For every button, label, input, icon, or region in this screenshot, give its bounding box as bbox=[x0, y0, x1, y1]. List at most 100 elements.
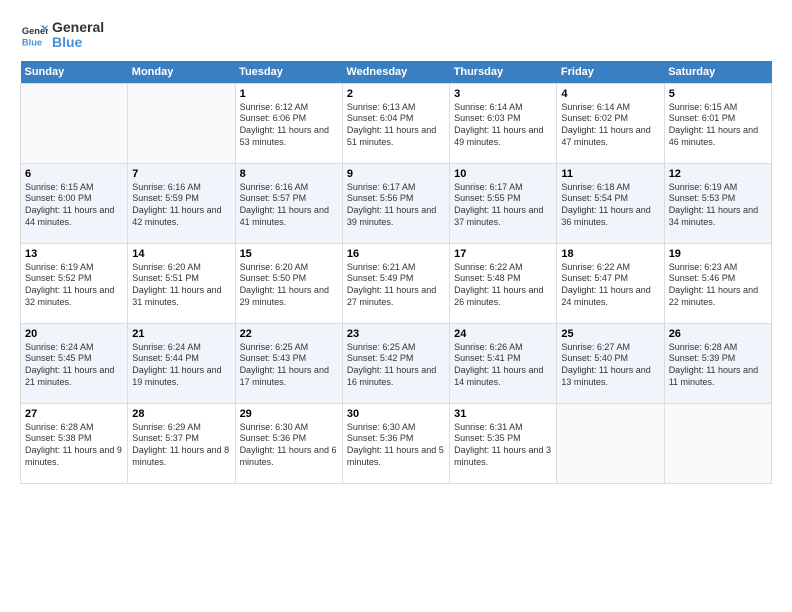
calendar-cell: 2 Sunrise: 6:13 AMSunset: 6:04 PMDaylight… bbox=[342, 83, 449, 163]
day-number: 13 bbox=[25, 248, 123, 260]
day-number: 25 bbox=[561, 328, 659, 340]
svg-text:Blue: Blue bbox=[22, 38, 42, 48]
day-number: 22 bbox=[240, 328, 338, 340]
calendar-cell: 1Sunrise: 6:12 AMSunset: 6:06 PMDaylight… bbox=[235, 83, 342, 163]
day-info: Sunrise: 6:30 AMSunset: 5:36 PMDaylight:… bbox=[347, 422, 445, 469]
day-number: 2 bbox=[347, 88, 445, 100]
day-info: Sunrise: 6:28 AMSunset: 5:38 PMDaylight:… bbox=[25, 422, 123, 469]
calendar-cell: 27 Sunrise: 6:28 AMSunset: 5:38 PMDayligh… bbox=[21, 403, 128, 483]
day-number: 26 bbox=[669, 328, 767, 340]
day-info: Sunrise: 6:20 AMSunset: 5:50 PMDaylight:… bbox=[240, 262, 338, 309]
calendar-cell bbox=[21, 83, 128, 163]
day-number: 28 bbox=[132, 408, 230, 420]
day-number: 27 bbox=[25, 408, 123, 420]
logo: General Blue GeneralBlue bbox=[20, 20, 104, 51]
day-info: Sunrise: 6:19 AMSunset: 5:53 PMDaylight:… bbox=[669, 182, 767, 229]
column-header-tuesday: Tuesday bbox=[235, 61, 342, 84]
calendar-cell: 16Sunrise: 6:21 AMSunset: 5:49 PMDayligh… bbox=[342, 243, 449, 323]
calendar-cell: 14 Sunrise: 6:20 AMSunset: 5:51 PMDayligh… bbox=[128, 243, 235, 323]
day-info: Sunrise: 6:19 AMSunset: 5:52 PMDaylight:… bbox=[25, 262, 123, 309]
day-number: 9 bbox=[347, 168, 445, 180]
calendar-cell bbox=[557, 403, 664, 483]
day-info: Sunrise: 6:16 AMSunset: 5:59 PMDaylight:… bbox=[132, 182, 230, 229]
calendar-cell: 13 Sunrise: 6:19 AMSunset: 5:52 PMDayligh… bbox=[21, 243, 128, 323]
column-header-thursday: Thursday bbox=[450, 61, 557, 84]
calendar-cell: 6Sunrise: 6:15 AMSunset: 6:00 PMDaylight… bbox=[21, 163, 128, 243]
day-number: 31 bbox=[454, 408, 552, 420]
day-number: 21 bbox=[132, 328, 230, 340]
day-info: Sunrise: 6:13 AMSunset: 6:04 PMDaylight:… bbox=[347, 102, 445, 149]
day-info: Sunrise: 6:25 AMSunset: 5:42 PMDaylight:… bbox=[347, 342, 445, 389]
calendar-cell bbox=[128, 83, 235, 163]
calendar-cell: 15 Sunrise: 6:20 AMSunset: 5:50 PMDayligh… bbox=[235, 243, 342, 323]
day-number: 4 bbox=[561, 88, 659, 100]
day-info: Sunrise: 6:23 AMSunset: 5:46 PMDaylight:… bbox=[669, 262, 767, 309]
calendar-cell: 18Sunrise: 6:22 AMSunset: 5:47 PMDayligh… bbox=[557, 243, 664, 323]
column-header-monday: Monday bbox=[128, 61, 235, 84]
day-info: Sunrise: 6:12 AMSunset: 6:06 PMDaylight:… bbox=[240, 102, 338, 149]
calendar-table: SundayMondayTuesdayWednesdayThursdayFrid… bbox=[20, 61, 772, 484]
logo-text: GeneralBlue bbox=[52, 20, 104, 51]
day-number: 14 bbox=[132, 248, 230, 260]
calendar-cell: 7Sunrise: 6:16 AMSunset: 5:59 PMDaylight… bbox=[128, 163, 235, 243]
day-info: Sunrise: 6:31 AMSunset: 5:35 PMDaylight:… bbox=[454, 422, 552, 469]
calendar-cell: 20 Sunrise: 6:24 AMSunset: 5:45 PMDayligh… bbox=[21, 323, 128, 403]
day-number: 8 bbox=[240, 168, 338, 180]
day-info: Sunrise: 6:25 AMSunset: 5:43 PMDaylight:… bbox=[240, 342, 338, 389]
day-number: 10 bbox=[454, 168, 552, 180]
day-number: 3 bbox=[454, 88, 552, 100]
page-header: General Blue GeneralBlue bbox=[20, 20, 772, 51]
day-number: 18 bbox=[561, 248, 659, 260]
day-info: Sunrise: 6:24 AMSunset: 5:44 PMDaylight:… bbox=[132, 342, 230, 389]
day-number: 5 bbox=[669, 88, 767, 100]
day-info: Sunrise: 6:15 AMSunset: 6:01 PMDaylight:… bbox=[669, 102, 767, 149]
column-header-wednesday: Wednesday bbox=[342, 61, 449, 84]
calendar-cell: 12Sunrise: 6:19 AMSunset: 5:53 PMDayligh… bbox=[664, 163, 771, 243]
day-info: Sunrise: 6:24 AMSunset: 5:45 PMDaylight:… bbox=[25, 342, 123, 389]
column-header-friday: Friday bbox=[557, 61, 664, 84]
day-number: 19 bbox=[669, 248, 767, 260]
calendar-cell: 29 Sunrise: 6:30 AMSunset: 5:36 PMDayligh… bbox=[235, 403, 342, 483]
day-number: 29 bbox=[240, 408, 338, 420]
day-number: 20 bbox=[25, 328, 123, 340]
calendar-cell: 11 Sunrise: 6:18 AMSunset: 5:54 PMDayligh… bbox=[557, 163, 664, 243]
day-number: 17 bbox=[454, 248, 552, 260]
day-info: Sunrise: 6:20 AMSunset: 5:51 PMDaylight:… bbox=[132, 262, 230, 309]
day-info: Sunrise: 6:17 AMSunset: 5:55 PMDaylight:… bbox=[454, 182, 552, 229]
calendar-cell: 10 Sunrise: 6:17 AMSunset: 5:55 PMDayligh… bbox=[450, 163, 557, 243]
day-info: Sunrise: 6:26 AMSunset: 5:41 PMDaylight:… bbox=[454, 342, 552, 389]
calendar-cell: 22 Sunrise: 6:25 AMSunset: 5:43 PMDayligh… bbox=[235, 323, 342, 403]
calendar-cell: 30 Sunrise: 6:30 AMSunset: 5:36 PMDayligh… bbox=[342, 403, 449, 483]
calendar-cell: 26 Sunrise: 6:28 AMSunset: 5:39 PMDayligh… bbox=[664, 323, 771, 403]
day-info: Sunrise: 6:16 AMSunset: 5:57 PMDaylight:… bbox=[240, 182, 338, 229]
calendar-cell: 8 Sunrise: 6:16 AMSunset: 5:57 PMDaylight… bbox=[235, 163, 342, 243]
day-info: Sunrise: 6:30 AMSunset: 5:36 PMDaylight:… bbox=[240, 422, 338, 469]
day-info: Sunrise: 6:21 AMSunset: 5:49 PMDaylight:… bbox=[347, 262, 445, 309]
column-header-sunday: Sunday bbox=[21, 61, 128, 84]
day-number: 6 bbox=[25, 168, 123, 180]
calendar-cell: 9 Sunrise: 6:17 AMSunset: 5:56 PMDaylight… bbox=[342, 163, 449, 243]
logo-icon: General Blue bbox=[20, 21, 48, 49]
calendar-cell: 23 Sunrise: 6:25 AMSunset: 5:42 PMDayligh… bbox=[342, 323, 449, 403]
calendar-cell: 28 Sunrise: 6:29 AMSunset: 5:37 PMDayligh… bbox=[128, 403, 235, 483]
calendar-cell: 24 Sunrise: 6:26 AMSunset: 5:41 PMDayligh… bbox=[450, 323, 557, 403]
day-info: Sunrise: 6:29 AMSunset: 5:37 PMDaylight:… bbox=[132, 422, 230, 469]
calendar-cell: 25 Sunrise: 6:27 AMSunset: 5:40 PMDayligh… bbox=[557, 323, 664, 403]
calendar-cell: 19 Sunrise: 6:23 AMSunset: 5:46 PMDayligh… bbox=[664, 243, 771, 323]
day-info: Sunrise: 6:18 AMSunset: 5:54 PMDaylight:… bbox=[561, 182, 659, 229]
calendar-cell: 21 Sunrise: 6:24 AMSunset: 5:44 PMDayligh… bbox=[128, 323, 235, 403]
column-header-saturday: Saturday bbox=[664, 61, 771, 84]
calendar-cell: 31 Sunrise: 6:31 AMSunset: 5:35 PMDayligh… bbox=[450, 403, 557, 483]
day-info: Sunrise: 6:28 AMSunset: 5:39 PMDaylight:… bbox=[669, 342, 767, 389]
day-number: 24 bbox=[454, 328, 552, 340]
day-number: 23 bbox=[347, 328, 445, 340]
day-number: 30 bbox=[347, 408, 445, 420]
calendar-cell: 3 Sunrise: 6:14 AMSunset: 6:03 PMDaylight… bbox=[450, 83, 557, 163]
day-number: 15 bbox=[240, 248, 338, 260]
day-info: Sunrise: 6:22 AMSunset: 5:48 PMDaylight:… bbox=[454, 262, 552, 309]
day-number: 11 bbox=[561, 168, 659, 180]
day-info: Sunrise: 6:14 AMSunset: 6:03 PMDaylight:… bbox=[454, 102, 552, 149]
day-info: Sunrise: 6:27 AMSunset: 5:40 PMDaylight:… bbox=[561, 342, 659, 389]
day-info: Sunrise: 6:17 AMSunset: 5:56 PMDaylight:… bbox=[347, 182, 445, 229]
calendar-cell bbox=[664, 403, 771, 483]
